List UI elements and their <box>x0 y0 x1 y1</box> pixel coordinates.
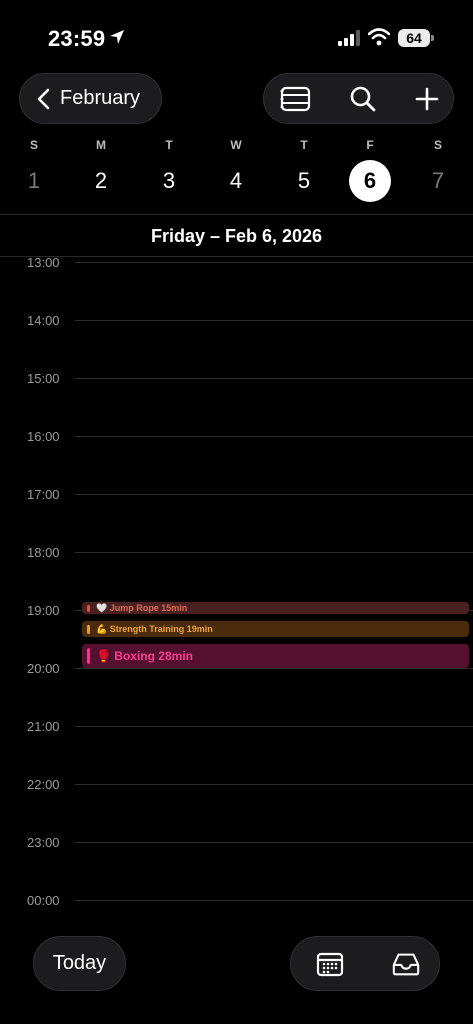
hour-label: 13:00 <box>27 255 60 270</box>
hour-label: 00:00 <box>27 893 60 908</box>
event-jump-rope[interactable]: 🤍 Jump Rope 15min <box>82 602 469 614</box>
week-day[interactable]: W 4 <box>214 138 258 193</box>
hour-row: 16:00 <box>0 429 473 444</box>
event-label: 🥊 Boxing 28min <box>96 649 193 663</box>
hour-row: 15:00 <box>0 371 473 386</box>
hour-label: 14:00 <box>27 313 60 328</box>
today-button[interactable]: Today <box>33 936 126 991</box>
week-day[interactable]: S 1 <box>12 138 56 193</box>
event-color-bar <box>87 648 90 664</box>
hour-line <box>75 378 473 379</box>
wifi-icon <box>367 28 391 51</box>
hour-row: 17:00 <box>0 487 473 502</box>
event-boxing[interactable]: 🥊 Boxing 28min <box>82 644 469 668</box>
hour-label: 22:00 <box>27 777 60 792</box>
day-of-week: F <box>366 138 374 152</box>
hour-label: 15:00 <box>27 371 60 386</box>
day-title: Friday – Feb 6, 2026 <box>150 226 323 246</box>
week-day[interactable]: M 2 <box>79 138 123 193</box>
hour-row: 22:00 <box>0 777 473 792</box>
add-icon[interactable] <box>411 85 443 113</box>
week-day[interactable]: T 3 <box>147 138 191 193</box>
event-emoji: 🤍 <box>96 602 108 613</box>
hour-label: 21:00 <box>27 719 60 734</box>
day-date: 2 <box>94 168 108 193</box>
day-date: 4 <box>229 168 243 193</box>
inbox-icon[interactable] <box>391 950 421 978</box>
day-date: 1 <box>27 168 41 193</box>
hour-line <box>75 436 473 437</box>
hour-line <box>75 494 473 495</box>
cellular-signal-icon <box>338 30 362 51</box>
status-time: 23:59 <box>48 26 106 51</box>
event-strength-training[interactable]: 💪 Strength Training 19min <box>82 621 469 637</box>
day-date-selected: 6 <box>349 160 391 202</box>
toolbar <box>263 73 454 124</box>
event-emoji: 🥊 <box>96 649 111 663</box>
day-of-week: T <box>165 138 173 152</box>
day-date: 5 <box>297 168 311 193</box>
day-date: 7 <box>431 168 445 193</box>
day-of-week: S <box>433 138 442 152</box>
hour-label: 23:00 <box>27 835 60 850</box>
week-day[interactable]: T 5 <box>282 138 326 193</box>
hour-row: 00:00 <box>0 893 473 908</box>
calendar-icon[interactable] <box>315 950 345 978</box>
event-title: Jump Rope 15min <box>109 602 188 613</box>
hour-line <box>75 784 473 785</box>
day-of-week: S <box>29 138 38 152</box>
event-title: Boxing 28min <box>114 649 193 663</box>
hour-line <box>75 668 473 669</box>
event-title: Strength Training 19min <box>109 623 213 634</box>
event-label: 🤍 Jump Rope 15min <box>96 603 187 614</box>
hour-row: 14:00 <box>0 313 473 328</box>
hour-line <box>75 842 473 843</box>
battery-tip <box>431 35 434 41</box>
hour-line <box>75 900 473 901</box>
divider <box>0 214 473 215</box>
event-color-bar <box>87 624 90 634</box>
location-arrow-icon <box>108 28 126 51</box>
hour-row: 23:00 <box>0 835 473 850</box>
back-label: February <box>60 87 141 109</box>
week-day[interactable]: S 7 <box>416 138 460 193</box>
hour-label: 19:00 <box>27 603 60 618</box>
hour-row: 18:00 <box>0 545 473 560</box>
event-label: 💪 Strength Training 19min <box>96 624 213 635</box>
day-of-week: W <box>230 138 242 152</box>
bottom-toolbar <box>290 936 440 991</box>
search-icon[interactable] <box>347 85 379 113</box>
hour-label: 16:00 <box>27 429 60 444</box>
hour-line <box>75 552 473 553</box>
hour-line <box>75 726 473 727</box>
day-date: 3 <box>162 168 176 193</box>
week-day-selected[interactable]: F 6 <box>348 138 392 202</box>
hour-label: 17:00 <box>27 487 60 502</box>
event-emoji: 💪 <box>96 623 108 634</box>
hour-line <box>75 262 473 263</box>
chevron-left-icon <box>34 87 54 111</box>
hour-label: 18:00 <box>27 545 60 560</box>
hour-label: 20:00 <box>27 661 60 676</box>
battery-icon: 64 <box>398 29 430 47</box>
status-bar: 23:59 64 <box>0 0 473 70</box>
day-of-week: T <box>300 138 308 152</box>
hour-row: 21:00 <box>0 719 473 734</box>
hour-row: 13:00 <box>0 255 473 270</box>
list-view-icon[interactable] <box>279 85 311 113</box>
day-of-week: M <box>96 138 106 152</box>
hour-line <box>75 320 473 321</box>
event-color-bar <box>87 604 90 612</box>
back-button[interactable]: February <box>19 73 162 124</box>
